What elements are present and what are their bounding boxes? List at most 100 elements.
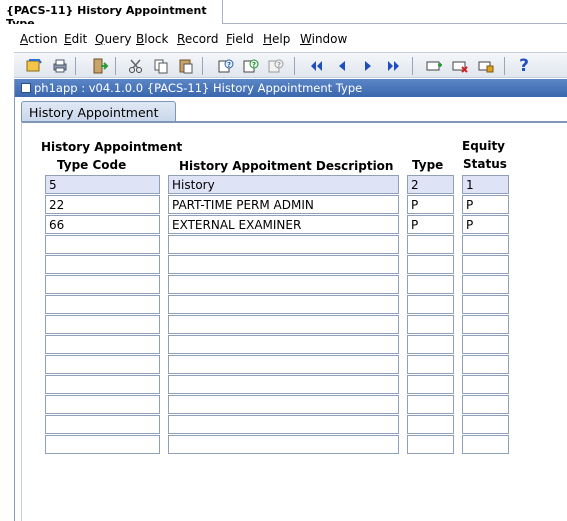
type-field[interactable] [407,395,454,414]
description-field[interactable] [168,355,399,374]
description-field[interactable] [168,275,399,294]
type-code-field[interactable] [45,335,160,354]
type-field[interactable]: P [407,195,454,214]
equity-status-field[interactable] [462,395,509,414]
window-icon [21,83,31,93]
description-field[interactable] [168,295,399,314]
description-field[interactable] [168,235,399,254]
type-code-field[interactable] [45,395,160,414]
description-field[interactable] [168,315,399,334]
equity-status-field[interactable]: P [462,215,509,234]
form-window-title: ph1app : v04.1.0.0 {PACS-11} History App… [34,81,363,95]
type-code-field[interactable] [45,295,160,314]
menu-query-label: uery [104,32,132,46]
description-field[interactable] [168,335,399,354]
equity-status-field[interactable] [462,315,509,334]
header-type: Type [412,158,444,172]
delete-record-icon[interactable] [450,56,470,76]
save-icon[interactable] [24,56,44,76]
type-field[interactable] [407,435,454,454]
cancel-query-icon[interactable]: ? [266,56,286,76]
description-field[interactable] [168,375,399,394]
equity-status-field[interactable] [462,355,509,374]
menu-record[interactable]: Record [177,32,218,46]
equity-status-field[interactable]: 1 [462,175,509,194]
menu-edit[interactable]: Edit [64,32,87,46]
menu-query[interactable]: Query [95,32,131,46]
equity-status-field[interactable] [462,235,509,254]
tab-history-appointment-type[interactable]: History Appointment Type [21,101,176,135]
type-field[interactable]: 2 [407,175,454,194]
header-description: History Appoitment Description [179,159,394,173]
menu-window[interactable]: Window [300,32,347,46]
menu-record-mnemonic: R [177,32,185,46]
header-equity-line2: Status [463,157,507,171]
equity-status-field[interactable]: P [462,195,509,214]
type-field[interactable] [407,275,454,294]
help-icon[interactable]: ? [514,56,534,76]
description-field[interactable] [168,255,399,274]
insert-record-icon[interactable] [424,56,444,76]
type-code-field[interactable] [45,435,160,454]
menu-window-label: indow [311,32,348,46]
enter-query-icon[interactable]: ? [216,56,236,76]
toolbar: ? ? ? ? [14,52,567,78]
type-code-field[interactable]: 22 [45,195,160,214]
first-record-icon[interactable] [306,56,326,76]
equity-status-field[interactable] [462,295,509,314]
previous-record-icon[interactable] [332,56,352,76]
type-code-field[interactable] [45,275,160,294]
toolbar-separator [115,57,116,75]
type-field[interactable]: P [407,215,454,234]
equity-status-field[interactable] [462,375,509,394]
type-field[interactable] [407,375,454,394]
type-code-field[interactable] [45,375,160,394]
type-code-field[interactable] [45,255,160,274]
type-field[interactable] [407,295,454,314]
menu-block-mnemonic: B [136,32,145,46]
menu-bar: Action Edit Query Block Record Field Hel… [0,24,567,50]
type-code-field[interactable]: 5 [45,175,160,194]
type-code-field[interactable] [45,235,160,254]
execute-query-icon[interactable]: ? [241,56,261,76]
equity-status-field[interactable] [462,435,509,454]
type-field[interactable] [407,315,454,334]
menu-field[interactable]: Field [226,32,254,46]
window-tab[interactable]: {PACS-11} History Appointment Type [0,0,223,30]
exit-icon[interactable] [90,56,110,76]
svg-text:?: ? [252,61,256,69]
menu-block[interactable]: Block [136,32,168,46]
type-code-field[interactable] [45,415,160,434]
lock-record-icon[interactable] [476,56,496,76]
type-code-field[interactable] [45,355,160,374]
type-field[interactable] [407,335,454,354]
cut-icon[interactable] [126,56,146,76]
description-field[interactable] [168,435,399,454]
equity-status-field[interactable] [462,335,509,354]
next-record-icon[interactable] [358,56,378,76]
toolbar-separator [294,57,295,75]
description-field[interactable]: EXTERNAL EXAMINER [168,215,399,234]
type-code-field[interactable] [45,315,160,334]
type-field[interactable] [407,235,454,254]
equity-status-field[interactable] [462,415,509,434]
type-field[interactable] [407,255,454,274]
copy-icon[interactable] [151,56,171,76]
description-field[interactable] [168,395,399,414]
type-field[interactable] [407,355,454,374]
type-field[interactable] [407,415,454,434]
menu-help[interactable]: Help [263,32,290,46]
description-field[interactable]: PART-TIME PERM ADMIN [168,195,399,214]
print-icon[interactable] [50,56,70,76]
description-field[interactable]: History [168,175,399,194]
description-field[interactable] [168,415,399,434]
last-record-icon[interactable] [384,56,404,76]
equity-status-field[interactable] [462,255,509,274]
toolbar-separator [504,57,505,75]
menu-action[interactable]: Action [20,32,58,46]
equity-status-field[interactable] [462,275,509,294]
paste-icon[interactable] [176,56,196,76]
type-code-field[interactable]: 66 [45,215,160,234]
menu-help-mnemonic: H [263,32,273,46]
menu-edit-label: dit [71,32,88,46]
